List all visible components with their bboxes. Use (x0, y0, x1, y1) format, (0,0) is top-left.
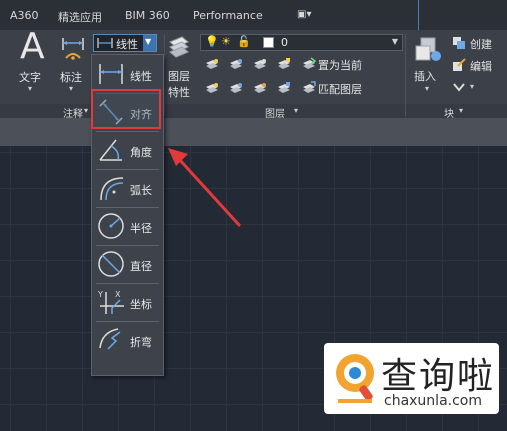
block-panel-expand-icon[interactable]: ▾ (459, 106, 463, 115)
tab-performance[interactable]: Performance (193, 9, 263, 22)
dimension-tool-dropdown-icon[interactable]: ▾ (69, 84, 73, 93)
ribbon-tab-bar: A360 精选应用 BIM 360 Performance ▣▾ (0, 0, 507, 30)
edit-block-icon[interactable] (452, 58, 466, 72)
lock-icon: 🔓 (237, 35, 251, 48)
insert-label[interactable]: 插入 (414, 68, 436, 84)
linear-dimension-icon (99, 64, 123, 84)
block-panel-footer[interactable] (406, 104, 507, 118)
ordinate-dimension-icon: X Y (97, 290, 124, 314)
annotation-panel-expand-icon[interactable]: ▾ (84, 106, 88, 115)
panel-divider (164, 34, 165, 116)
menu-item-label: 坐标 (130, 298, 152, 311)
svg-text:Y: Y (97, 290, 103, 299)
insert-block-icon[interactable] (413, 34, 443, 64)
menu-item-label: 线性 (130, 70, 152, 83)
tab-divider (418, 0, 419, 30)
tab-bim360[interactable]: BIM 360 (125, 9, 170, 22)
tab-overflow-caret-icon[interactable]: ▣▾ (297, 9, 311, 20)
sun-icon: ☀ (221, 35, 231, 48)
menu-item-ordinate[interactable]: X Y 坐标 (92, 284, 163, 321)
watermark: 查询啦 chaxunla.com (324, 343, 499, 414)
layer-properties-label-2[interactable]: 特性 (168, 84, 190, 100)
angular-dimension-icon (99, 139, 122, 161)
tab-a360[interactable]: A360 (10, 9, 39, 22)
layer-tool-icon[interactable] (205, 81, 219, 95)
diameter-dimension-icon (98, 251, 124, 277)
menu-item-label: 角度 (130, 146, 152, 159)
watermark-logo-icon (336, 354, 374, 403)
layer-properties-icon[interactable] (168, 34, 190, 64)
layer-tool-icon[interactable] (253, 81, 267, 95)
layer-properties-label[interactable]: 图层 (168, 68, 190, 84)
dimension-tool-label[interactable]: 标注 (60, 69, 82, 85)
dimension-style-dropdown[interactable]: 线性 ▼ (93, 34, 157, 52)
menu-item-label: 直径 (130, 260, 152, 273)
create-block-icon[interactable] (452, 36, 466, 50)
menu-item-jogged[interactable]: 折弯 (92, 322, 163, 359)
menu-item-label: 折弯 (130, 336, 152, 349)
watermark-url: chaxunla.com (384, 393, 482, 409)
dropdown-arrow-icon[interactable]: ▼ (143, 35, 156, 51)
layer-tool-icon[interactable] (229, 57, 243, 71)
text-tool-label[interactable]: 文字 (19, 69, 41, 85)
highlight-box (91, 89, 161, 129)
current-layer-value: 0 (281, 36, 288, 49)
arc-length-dimension-icon (100, 177, 124, 201)
svg-text:X: X (115, 290, 121, 299)
block-attribute-icon[interactable] (452, 80, 466, 94)
color-swatch (263, 37, 274, 48)
block-attribute-dropdown-icon[interactable]: ▾ (470, 82, 474, 91)
set-current-label[interactable]: 置为当前 (318, 57, 362, 73)
menu-item-diameter[interactable]: 直径 (92, 246, 163, 283)
menu-item-angular[interactable]: 角度 (92, 132, 163, 169)
create-label[interactable]: 创建 (470, 36, 492, 52)
jogged-dimension-icon (99, 328, 121, 350)
dimension-tool-icon[interactable] (60, 36, 86, 64)
layer-tool-icon[interactable] (277, 81, 291, 95)
tab-featured-apps[interactable]: 精选应用 (58, 9, 102, 25)
layer-dropdown[interactable]: 💡 ☀ 🔓 0 ▼ (200, 34, 403, 51)
text-tool-icon[interactable]: A (20, 29, 45, 65)
match-layer-label[interactable]: 匹配图层 (318, 81, 362, 97)
layer-tool-icon[interactable] (205, 57, 219, 71)
menu-item-arc-length[interactable]: 弧长 (92, 170, 163, 207)
text-tool-dropdown-icon[interactable]: ▾ (28, 84, 32, 93)
insert-dropdown-icon[interactable]: ▾ (425, 84, 429, 93)
bulb-icon: 💡 (205, 35, 219, 48)
file-tab-strip (0, 118, 507, 146)
layer-tool-icon[interactable] (277, 57, 291, 71)
layer-tool-icon[interactable] (229, 81, 243, 95)
dimension-style-value: 线性 (116, 38, 138, 51)
radius-dimension-icon (98, 213, 124, 239)
watermark-title: 查询啦 (381, 356, 496, 397)
panel-divider (405, 34, 406, 116)
layer-tool-icon[interactable] (253, 57, 267, 71)
menu-item-label: 半径 (130, 222, 152, 235)
linear-dimension-icon (97, 38, 113, 48)
menu-item-radius[interactable]: 半径 (92, 208, 163, 245)
layer-panel-expand-icon[interactable]: ▾ (294, 106, 298, 115)
menu-item-label: 弧长 (130, 184, 152, 197)
set-current-icon[interactable] (302, 57, 316, 71)
menu-item-linear[interactable]: 线性 (92, 56, 163, 93)
edit-label[interactable]: 编辑 (470, 58, 492, 74)
layer-dropdown-arrow-icon[interactable]: ▼ (392, 37, 398, 46)
annotation-arrow-icon (168, 148, 242, 228)
match-layer-icon[interactable] (302, 81, 316, 95)
